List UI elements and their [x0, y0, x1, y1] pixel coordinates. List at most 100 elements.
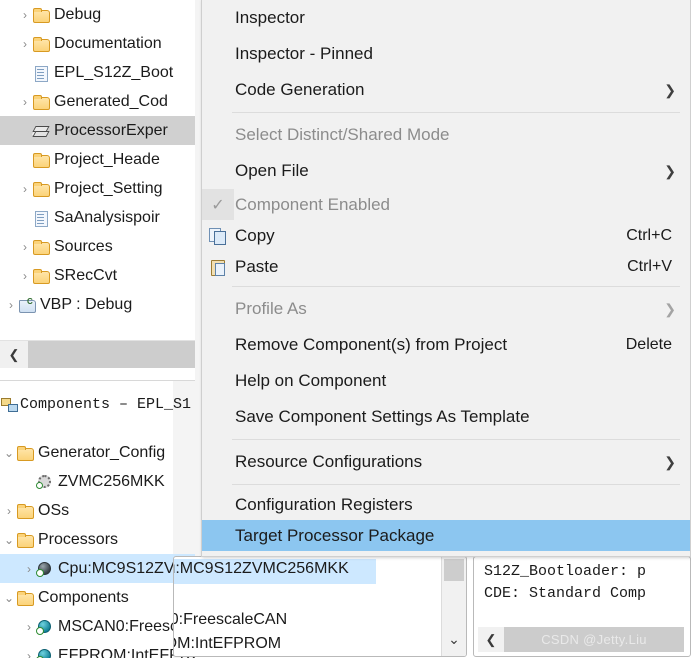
menu-item-shortcut: Delete — [626, 336, 672, 354]
menu-item[interactable]: Help on Component — [202, 363, 690, 399]
list-item-mscan0[interactable]: MSCAN0:FreescaleCAN — [173, 611, 287, 629]
expand-arrow-icon[interactable]: › — [18, 241, 32, 253]
log-panel[interactable]: S12Z_Bootloader: p CDE: Standard Comp ❮ … — [473, 556, 691, 657]
tree-row[interactable]: ⌄ Components — [0, 583, 195, 612]
list-item-eeprom[interactable]: EFPROM:IntEFPROM — [173, 635, 281, 653]
tree-row[interactable]: ⌄Generator_Config — [0, 438, 195, 467]
menu-item[interactable]: Inspector — [202, 0, 690, 36]
tree-item-label: SRecCvt — [54, 267, 117, 285]
tree-row[interactable]: ›MSCAN0:FreescaleCAN — [0, 612, 195, 641]
tree-row[interactable]: › Generated_Cod — [0, 87, 195, 116]
menu-icon-slot — [202, 39, 234, 70]
menu-separator — [232, 112, 680, 113]
expand-arrow-icon[interactable]: › — [18, 270, 32, 282]
menu-separator — [232, 286, 680, 287]
tree-row[interactable]: ›Documentation — [0, 29, 195, 58]
menu-item-label: Save Component Settings As Template — [235, 407, 530, 427]
menu-item[interactable]: PasteCtrl+V — [202, 251, 690, 282]
tree-row[interactable]: ›OSs — [0, 496, 195, 525]
chevron-down-icon[interactable]: ⌄ — [442, 631, 466, 648]
tree-row[interactable]: ZVMC256MKK — [0, 467, 195, 496]
menu-item-label: Profile As — [235, 299, 307, 319]
menu-icon-slot — [202, 402, 234, 433]
tree-row[interactable]: ›Debug — [0, 0, 195, 29]
folder-icon — [32, 268, 50, 284]
tree-row[interactable]: ProcessorExper — [0, 116, 195, 145]
menu-item[interactable]: CopyCtrl+C — [202, 220, 690, 251]
expand-arrow-icon[interactable]: › — [4, 299, 18, 311]
submenu-chevron-right-icon: ❯ — [664, 82, 676, 99]
tree-item-label: Components — [38, 589, 129, 607]
scrollbar-thumb[interactable] — [28, 341, 195, 369]
panel-vertical-scrollbar[interactable]: ⌄ — [441, 557, 466, 656]
menu-icon-slot — [202, 447, 234, 478]
context-menu[interactable]: Inspector Inspector - Pinned Code Generati… — [201, 0, 691, 557]
expand-arrow-icon[interactable]: › — [18, 9, 32, 21]
tree-item-label: SaAnalysispoir — [54, 209, 160, 227]
generator-icon — [36, 474, 54, 490]
folder-icon — [32, 36, 50, 52]
scroll-left-arrow-icon[interactable]: ❮ — [478, 627, 504, 652]
tree-item-label: Project_Heade — [54, 151, 160, 169]
project-explorer-tree[interactable]: ›Debug›DocumentationEPL_S12Z_Boot › Genera… — [0, 0, 195, 340]
tree-row[interactable]: ›Cpu:MC9S12ZVMC256MKK — [0, 554, 195, 583]
scrollbar-thumb[interactable] — [444, 559, 464, 581]
processor-expert-icon — [32, 123, 50, 139]
expand-arrow-icon[interactable]: › — [18, 183, 32, 195]
tree-row[interactable]: ›EFPROM:IntEFPROM — [0, 641, 195, 658]
components-tree[interactable]: ⌄Generator_ConfigZVMC256MKK›OSs⌄Processo… — [0, 438, 195, 658]
components-list-panel[interactable]: Cpu:MC9S12ZVMC256MKK MSCAN0:FreescaleCAN… — [173, 556, 467, 657]
tree-item-label: ProcessorExper — [54, 122, 168, 140]
tree-row[interactable]: ›Project_Setting — [0, 174, 195, 203]
tree-row[interactable]: Project_Heade — [0, 145, 195, 174]
menu-item-label: Resource Configurations — [235, 452, 422, 472]
list-item-cpu[interactable]: Cpu:MC9S12ZVMC256MKK — [173, 560, 349, 578]
menu-item[interactable]: Save Component Settings As Template — [202, 399, 690, 435]
menu-icon-slot — [202, 189, 234, 220]
expand-arrow-icon[interactable]: ⌄ — [2, 534, 16, 546]
scrollbar-thumb[interactable]: CSDN @Jetty.Liu — [504, 627, 684, 652]
expand-arrow-icon[interactable]: ⌄ — [2, 592, 16, 604]
tree-row[interactable]: EPL_S12Z_Boot — [0, 58, 195, 87]
folder-icon — [16, 503, 34, 519]
tree-item-label: Generated_Cod — [54, 93, 168, 111]
menu-item[interactable]: Remove Component(s) from ProjectDelete — [202, 327, 690, 363]
tree-row[interactable]: ›Sources — [0, 232, 195, 261]
tree-row[interactable]: ›VBP : Debug — [0, 290, 195, 319]
menu-item-label: Help on Component — [235, 371, 386, 391]
menu-item[interactable]: Resource Configurations❯ — [202, 444, 690, 480]
menu-icon-slot — [202, 220, 234, 251]
menu-icon-slot — [202, 294, 234, 325]
expand-arrow-icon[interactable]: ⌄ — [2, 447, 16, 459]
menu-item[interactable]: Processor Memory Map — [202, 551, 690, 557]
menu-item[interactable]: Target Processor Package — [202, 520, 690, 551]
menu-item[interactable]: Code Generation❯ — [202, 72, 690, 108]
menu-icon-slot — [202, 330, 234, 361]
menu-item[interactable]: Open File❯ — [202, 153, 690, 189]
expand-arrow-icon[interactable]: › — [2, 505, 16, 517]
expand-arrow-icon[interactable]: › — [22, 563, 36, 575]
menu-item[interactable]: Inspector - Pinned — [202, 36, 690, 72]
menu-item-label: Inspector - Pinned — [235, 44, 373, 64]
folder-icon — [32, 239, 50, 255]
tree-gap — [0, 368, 195, 380]
menu-item[interactable]: Configuration Registers — [202, 489, 690, 520]
folder-icon — [16, 532, 34, 548]
expand-arrow-icon[interactable]: › — [18, 96, 32, 108]
component-icon — [36, 619, 54, 635]
menu-icon-slot — [202, 489, 234, 520]
expand-arrow-icon[interactable]: › — [18, 38, 32, 50]
submenu-chevron-right-icon: ❯ — [664, 301, 676, 318]
tree-row[interactable]: › SRecCvt — [0, 261, 195, 290]
tree-row[interactable]: ⌄Processors — [0, 525, 195, 554]
expand-arrow-icon[interactable]: › — [22, 621, 36, 633]
components-view[interactable]: Components – EPL_S1 ⌄Generator_ConfigZVM… — [0, 380, 195, 658]
menu-icon-slot — [202, 551, 234, 557]
scroll-left-arrow-icon[interactable]: ❮ — [0, 341, 28, 369]
tree-row[interactable]: SaAnalysispoir — [0, 203, 195, 232]
project-tree-horizontal-scrollbar[interactable]: ❮ — [0, 340, 195, 369]
menu-item-label: Configuration Registers — [235, 495, 413, 515]
components-view-title: Components – EPL_S1 — [0, 393, 191, 415]
log-line: S12Z_Bootloader: p — [484, 563, 646, 580]
log-horizontal-scrollbar[interactable]: ❮ CSDN @Jetty.Liu — [478, 627, 684, 652]
